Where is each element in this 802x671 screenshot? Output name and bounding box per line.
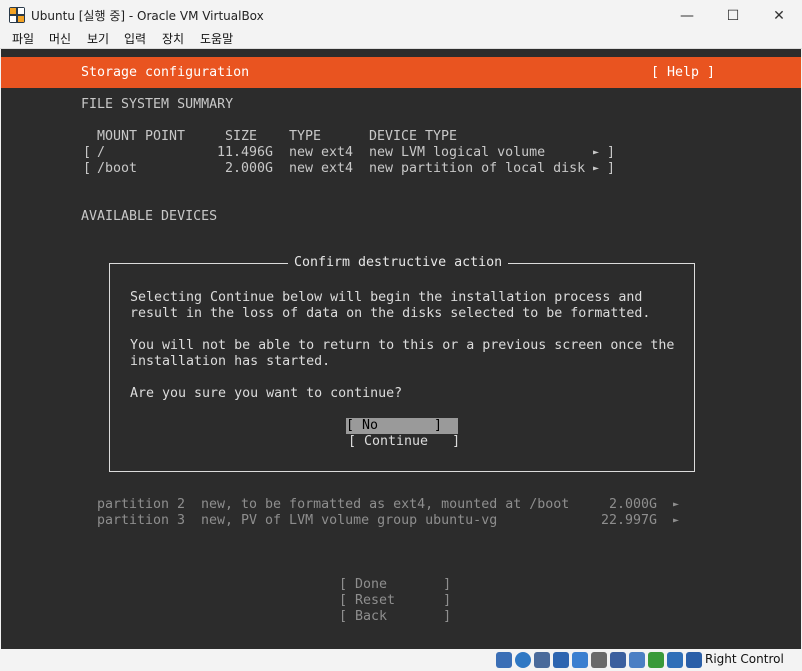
row-mount: /	[97, 145, 106, 160]
menu-devices[interactable]: 장치	[162, 31, 184, 47]
close-icon: ✕	[773, 7, 785, 24]
row-close-bracket: ]	[607, 161, 616, 176]
maximize-button[interactable]: ☐	[710, 0, 756, 31]
partition-size: 2.000G	[609, 497, 658, 512]
no-button[interactable]: [ No ]	[346, 418, 458, 434]
status-bar: Right Control	[0, 649, 802, 671]
minimize-icon: —	[680, 7, 694, 24]
back-button[interactable]: [ Back ]	[339, 609, 451, 625]
vm-screen[interactable]: Storage configuration [ Help ] FILE SYST…	[1, 49, 801, 649]
menu-input[interactable]: 입력	[124, 31, 146, 47]
confirm-dialog: Confirm destructive action Selecting Con…	[109, 255, 695, 472]
dialog-title: Confirm destructive action	[288, 255, 509, 271]
menu-file[interactable]: 파일	[12, 31, 34, 47]
keyboard-capture-icon[interactable]	[686, 652, 702, 668]
col-device-type: DEVICE TYPE	[369, 129, 458, 144]
partition-desc: new, PV of LVM volume group ubuntu-vg	[201, 513, 498, 528]
done-button[interactable]: [ Done ]	[339, 577, 451, 593]
partition-size: 22.997G	[601, 513, 658, 528]
partition-name: partition 2	[97, 497, 186, 512]
shared-folder-icon[interactable]	[591, 652, 607, 668]
maximize-icon: ☐	[726, 7, 740, 24]
window-title-bar[interactable]: Ubuntu [실행 중] - Oracle VM VirtualBox — ☐…	[0, 0, 802, 31]
partition-arrow-icon: ►	[673, 515, 680, 526]
menu-view[interactable]: 보기	[87, 31, 109, 47]
continue-button[interactable]: [ Continue ]	[348, 434, 460, 450]
partition-desc: new, to be formatted as ext4, mounted at…	[201, 497, 570, 512]
display-icon[interactable]	[610, 652, 626, 668]
menu-help[interactable]: 도움말	[200, 31, 233, 47]
audio-icon[interactable]	[534, 652, 550, 668]
hard-disk-icon[interactable]	[496, 652, 512, 668]
row-arrow-icon: ►	[593, 163, 600, 174]
help-button[interactable]: [ Help ]	[651, 65, 715, 81]
dialog-text-line-3: You will not be able to return to this o…	[130, 338, 675, 353]
cpu-icon[interactable]	[648, 652, 664, 668]
fs-summary-heading: FILE SYSTEM SUMMARY	[81, 97, 234, 112]
close-button[interactable]: ✕	[756, 0, 802, 31]
menu-machine[interactable]: 머신	[49, 31, 71, 47]
network-icon[interactable]	[553, 652, 569, 668]
window-title: Ubuntu [실행 중] - Oracle VM VirtualBox	[31, 9, 264, 23]
col-mount-point: MOUNT POINT	[97, 129, 186, 144]
row-type: new ext4	[289, 145, 354, 160]
dialog-text-line-2: result in the loss of data on the disks …	[130, 306, 651, 321]
usb-icon[interactable]	[572, 652, 588, 668]
dialog-question: Are you sure you want to continue?	[130, 386, 403, 401]
row-type: new ext4	[289, 161, 354, 176]
installer-header: Storage configuration [ Help ]	[1, 57, 801, 88]
minimize-button[interactable]: —	[664, 0, 710, 31]
partition-name: partition 3	[97, 513, 186, 528]
col-type: TYPE	[289, 129, 322, 144]
row-close-bracket: ]	[607, 145, 616, 160]
row-mount: /boot	[97, 161, 138, 176]
dialog-text-line-1: Selecting Continue below will begin the …	[130, 290, 643, 305]
reset-button[interactable]: [ Reset ]	[339, 593, 451, 609]
host-key-label: Right Control	[705, 652, 784, 666]
optical-disk-icon[interactable]	[515, 652, 531, 668]
mouse-integration-icon[interactable]	[667, 652, 683, 668]
row-open-bracket: [	[83, 145, 92, 160]
menu-bar: 파일 머신 보기 입력 장치 도움말	[0, 31, 802, 49]
row-size: 2.000G	[225, 161, 274, 176]
row-device: new LVM logical volume	[369, 145, 546, 160]
row-open-bracket: [	[83, 161, 92, 176]
available-devices-heading: AVAILABLE DEVICES	[81, 209, 218, 224]
page-title: Storage configuration	[81, 65, 250, 80]
col-size: SIZE	[225, 129, 258, 144]
partition-arrow-icon: ►	[673, 499, 680, 510]
row-device: new partition of local disk	[369, 161, 586, 176]
row-arrow-icon: ►	[593, 147, 600, 158]
recording-icon[interactable]	[629, 652, 645, 668]
dialog-text-line-4: installation has started.	[130, 354, 331, 369]
virtualbox-logo-icon	[9, 7, 25, 23]
row-size: 11.496G	[217, 145, 274, 160]
